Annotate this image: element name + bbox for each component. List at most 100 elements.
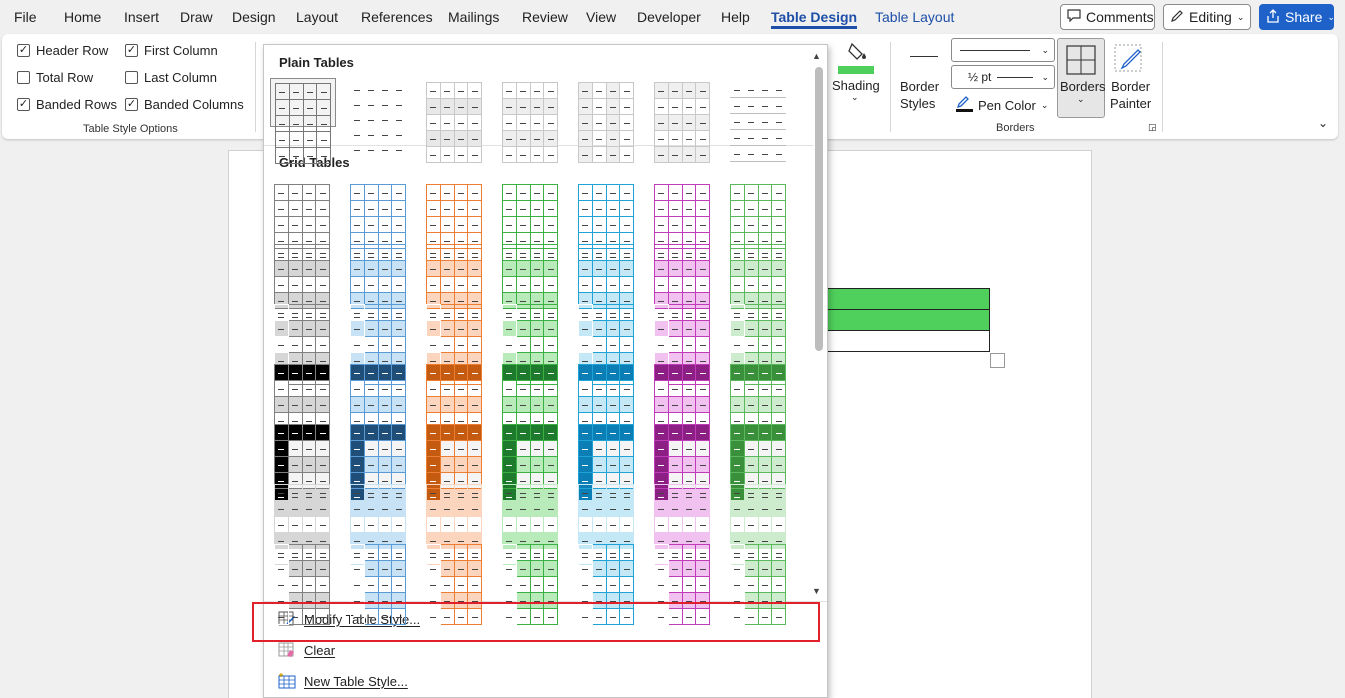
border-styles-button[interactable]: Border Styles	[900, 78, 939, 112]
grid-table-style-4-2[interactable]	[346, 360, 412, 445]
grid-table-style-7-3[interactable]	[422, 540, 488, 625]
grid-table-style-7-5[interactable]	[574, 540, 640, 625]
table-cell[interactable]	[826, 288, 990, 310]
grid-table-style-4-6[interactable]	[650, 360, 716, 445]
grid-table-style-5-4[interactable]	[498, 420, 564, 505]
grid-table-style-6-5[interactable]	[574, 480, 640, 565]
table-cell[interactable]	[826, 330, 990, 352]
grid-table-style-4-4[interactable]	[498, 360, 564, 445]
grid-table-style-1-3[interactable]	[422, 180, 488, 265]
grid-table-style-1-6[interactable]	[650, 180, 716, 265]
grid-table-style-1-2[interactable]	[346, 180, 412, 265]
share-button[interactable]: Share ⌄	[1259, 4, 1335, 30]
scrollbar-thumb[interactable]	[815, 67, 823, 351]
grid-table-style-7-2[interactable]	[346, 540, 412, 625]
grid-table-style-2-4[interactable]	[498, 240, 564, 325]
total-row-checkbox[interactable]: Total Row	[17, 70, 93, 85]
tab-references[interactable]: References	[361, 9, 433, 25]
tab-design[interactable]: Design	[232, 9, 276, 25]
banded-rows-checkbox[interactable]: ✓ Banded Rows	[17, 97, 117, 112]
grid-table-style-2-6[interactable]	[650, 240, 716, 325]
tab-insert[interactable]: Insert	[124, 9, 159, 25]
grid-table-style-4-1[interactable]	[270, 360, 336, 445]
grid-table-style-3-3[interactable]	[422, 300, 488, 385]
banded-rows-label: Banded Rows	[36, 97, 117, 112]
plain-table-style-7[interactable]	[726, 78, 792, 162]
grid-table-style-6-1[interactable]	[270, 480, 336, 565]
grid-table-style-2-5[interactable]	[574, 240, 640, 325]
grid-table-style-6-4[interactable]	[498, 480, 564, 565]
grid-table-style-1-5[interactable]	[574, 180, 640, 265]
grid-table-style-2-1[interactable]	[270, 240, 336, 325]
grid-table-style-6-2[interactable]	[346, 480, 412, 565]
grid-table-style-7-7[interactable]	[726, 540, 792, 625]
tab-home[interactable]: Home	[64, 9, 101, 25]
grid-table-style-4-7[interactable]	[726, 360, 792, 445]
collapse-ribbon-icon[interactable]: ⌄	[1318, 116, 1328, 130]
grid-table-style-6-3[interactable]	[422, 480, 488, 565]
grid-table-style-1-4[interactable]	[498, 180, 564, 265]
borders-button[interactable]: Borders ⌄	[1057, 38, 1106, 118]
grid-table-style-2-7[interactable]	[726, 240, 792, 325]
plain-table-style-5[interactable]	[574, 78, 640, 163]
grid-table-style-3-5[interactable]	[574, 300, 640, 385]
pen-color-button[interactable]: Pen Color ⌄	[956, 95, 1048, 115]
grid-table-style-7-6[interactable]	[650, 540, 716, 625]
tab-table-layout[interactable]: Table Layout	[875, 9, 954, 25]
grid-table-style-1-7[interactable]	[726, 180, 792, 265]
plain-table-style-6[interactable]	[650, 78, 716, 163]
grid-table-style-3-2[interactable]	[346, 300, 412, 385]
first-column-checkbox[interactable]: ✓ First Column	[125, 43, 218, 58]
grid-table-style-6-6[interactable]	[650, 480, 716, 565]
table-style-options-group-label: Table Style Options	[83, 123, 178, 135]
chevron-down-icon[interactable]: ⌄	[851, 92, 859, 103]
line-weight-dropdown[interactable]: ½ pt ⌄	[951, 65, 1055, 89]
grid-table-style-4-3[interactable]	[422, 360, 488, 445]
grid-table-style-2-3[interactable]	[422, 240, 488, 325]
grid-table-style-5-5[interactable]	[574, 420, 640, 505]
line-style-dropdown[interactable]: ⌄	[951, 38, 1055, 62]
tab-review[interactable]: Review	[522, 9, 568, 25]
grid-table-style-5-3[interactable]	[422, 420, 488, 505]
grid-table-style-3-6[interactable]	[650, 300, 716, 385]
comments-button[interactable]: Comments	[1060, 4, 1155, 30]
table-cell[interactable]	[826, 309, 990, 331]
border-painter-button[interactable]: Border Painter	[1110, 38, 1151, 118]
plain-table-style-4[interactable]	[498, 78, 564, 163]
grid-table-style-6-7[interactable]	[726, 480, 792, 565]
tab-view[interactable]: View	[586, 9, 616, 25]
tab-help[interactable]: Help	[721, 9, 750, 25]
banded-columns-checkbox[interactable]: ✓ Banded Columns	[125, 97, 244, 112]
dialog-launcher-icon[interactable]: ◲	[1148, 122, 1157, 133]
tab-draw[interactable]: Draw	[180, 9, 213, 25]
editing-mode-button[interactable]: Editing ⌄	[1163, 4, 1251, 30]
grid-table-style-1-1[interactable]	[270, 180, 336, 265]
grid-table-style-4-5[interactable]	[574, 360, 640, 445]
grid-table-style-3-4[interactable]	[498, 300, 564, 385]
tab-table-design[interactable]: Table Design	[771, 9, 858, 29]
grid-table-style-3-1[interactable]	[270, 300, 336, 385]
grid-table-style-7-4[interactable]	[498, 540, 564, 625]
tab-developer[interactable]: Developer	[637, 9, 701, 25]
shading-button[interactable]	[838, 40, 874, 76]
new-table-style-item[interactable]: New Table Style...	[278, 673, 408, 689]
grid-table-style-2-2[interactable]	[346, 240, 412, 325]
tab-file[interactable]: File	[14, 9, 37, 25]
grid-table-style-5-7[interactable]	[726, 420, 792, 505]
scroll-down-icon[interactable]: ▼	[812, 586, 821, 596]
clear-table-style-item[interactable]: Clear	[278, 642, 335, 658]
grid-table-style-5-2[interactable]	[346, 420, 412, 505]
plain-table-style-3[interactable]	[422, 78, 488, 163]
tab-mailings[interactable]: Mailings	[448, 9, 499, 25]
header-row-checkbox[interactable]: ✓ Header Row	[17, 43, 108, 58]
grid-table-style-5-1[interactable]	[270, 420, 336, 505]
table-resize-handle[interactable]	[990, 353, 1005, 368]
tab-layout[interactable]: Layout	[296, 9, 338, 25]
grid-table-style-3-7[interactable]	[726, 300, 792, 385]
plain-table-style-1[interactable]	[270, 78, 336, 164]
grid-table-style-5-6[interactable]	[650, 420, 716, 505]
grid-table-style-7-1[interactable]	[270, 540, 336, 625]
plain-table-style-2[interactable]	[346, 78, 412, 152]
scroll-up-icon[interactable]: ▲	[812, 51, 821, 61]
last-column-checkbox[interactable]: Last Column	[125, 70, 217, 85]
